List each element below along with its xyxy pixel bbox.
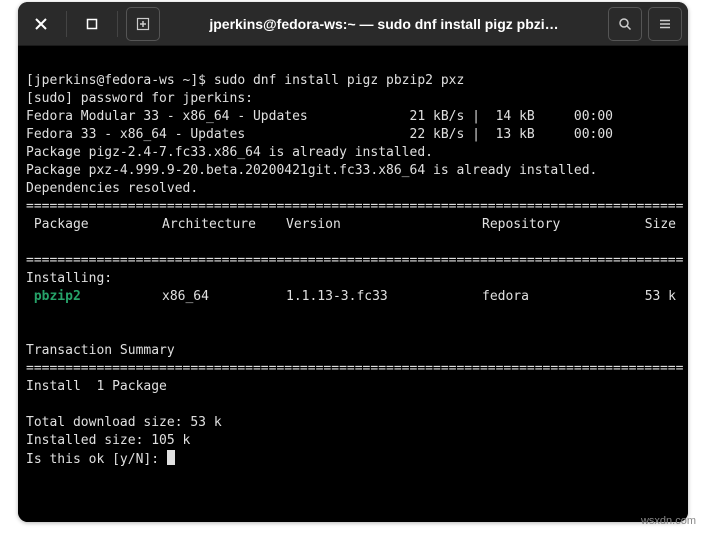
separator bbox=[66, 11, 67, 37]
divider: ========================================… bbox=[26, 253, 683, 268]
table-row: pbzip2x86_641.1.13-3.fc33fedora53 k bbox=[26, 288, 680, 306]
confirm-prompt: Is this ok [y/N]: bbox=[26, 452, 167, 467]
col-size: Size bbox=[602, 216, 680, 234]
col-version: Version bbox=[286, 216, 482, 234]
already-installed-line: Package pxz-4.999.9-20.beta.20200421git.… bbox=[26, 163, 597, 178]
new-tab-button[interactable] bbox=[126, 7, 160, 41]
deps-resolved: Dependencies resolved. bbox=[26, 181, 198, 196]
pkg-size: 53 k bbox=[602, 288, 680, 306]
section-installing: Installing: bbox=[26, 271, 112, 286]
titlebar: jperkins@fedora-ws:~ — sudo dnf install … bbox=[18, 2, 688, 46]
maximize-button[interactable] bbox=[75, 7, 109, 41]
already-installed-line: Package pigz-2.4-7.fc33.x86_64 is alread… bbox=[26, 145, 433, 160]
sudo-prompt: [sudo] password for jperkins: bbox=[26, 91, 253, 106]
repo-line: Fedora 33 - x86_64 - Updates 22 kB/s | 1… bbox=[26, 127, 613, 142]
close-button[interactable] bbox=[24, 7, 58, 41]
repo-line: Fedora Modular 33 - x86_64 - Updates 21 … bbox=[26, 109, 613, 124]
pkg-repo: fedora bbox=[482, 288, 602, 306]
shell-prompt: [jperkins@fedora-ws ~]$ bbox=[26, 73, 214, 88]
col-arch: Architecture bbox=[162, 216, 286, 234]
terminal-content[interactable]: [jperkins@fedora-ws ~]$ sudo dnf install… bbox=[18, 46, 688, 522]
menu-button[interactable] bbox=[648, 7, 682, 41]
window-title: jperkins@fedora-ws:~ — sudo dnf install … bbox=[166, 16, 602, 32]
pkg-version: 1.1.13-3.fc33 bbox=[286, 288, 482, 306]
divider: ========================================… bbox=[26, 361, 683, 376]
divider: ========================================… bbox=[26, 199, 683, 214]
installed-size: Installed size: 105 k bbox=[26, 433, 190, 448]
table-header-row: PackageArchitectureVersionRepositorySize bbox=[26, 216, 680, 234]
cursor bbox=[167, 450, 175, 465]
tx-summary: Transaction Summary bbox=[26, 343, 175, 358]
pkg-name: pbzip2 bbox=[26, 288, 162, 306]
install-count: Install 1 Package bbox=[26, 379, 167, 394]
command-text: sudo dnf install pigz pbzip2 pxz bbox=[214, 73, 464, 88]
search-button[interactable] bbox=[608, 7, 642, 41]
watermark: wsxdn.com bbox=[641, 515, 696, 527]
download-size: Total download size: 53 k bbox=[26, 415, 222, 430]
col-package: Package bbox=[26, 216, 162, 234]
col-repo: Repository bbox=[482, 216, 602, 234]
pkg-arch: x86_64 bbox=[162, 288, 286, 306]
separator bbox=[117, 11, 118, 37]
terminal-window: jperkins@fedora-ws:~ — sudo dnf install … bbox=[18, 2, 688, 522]
